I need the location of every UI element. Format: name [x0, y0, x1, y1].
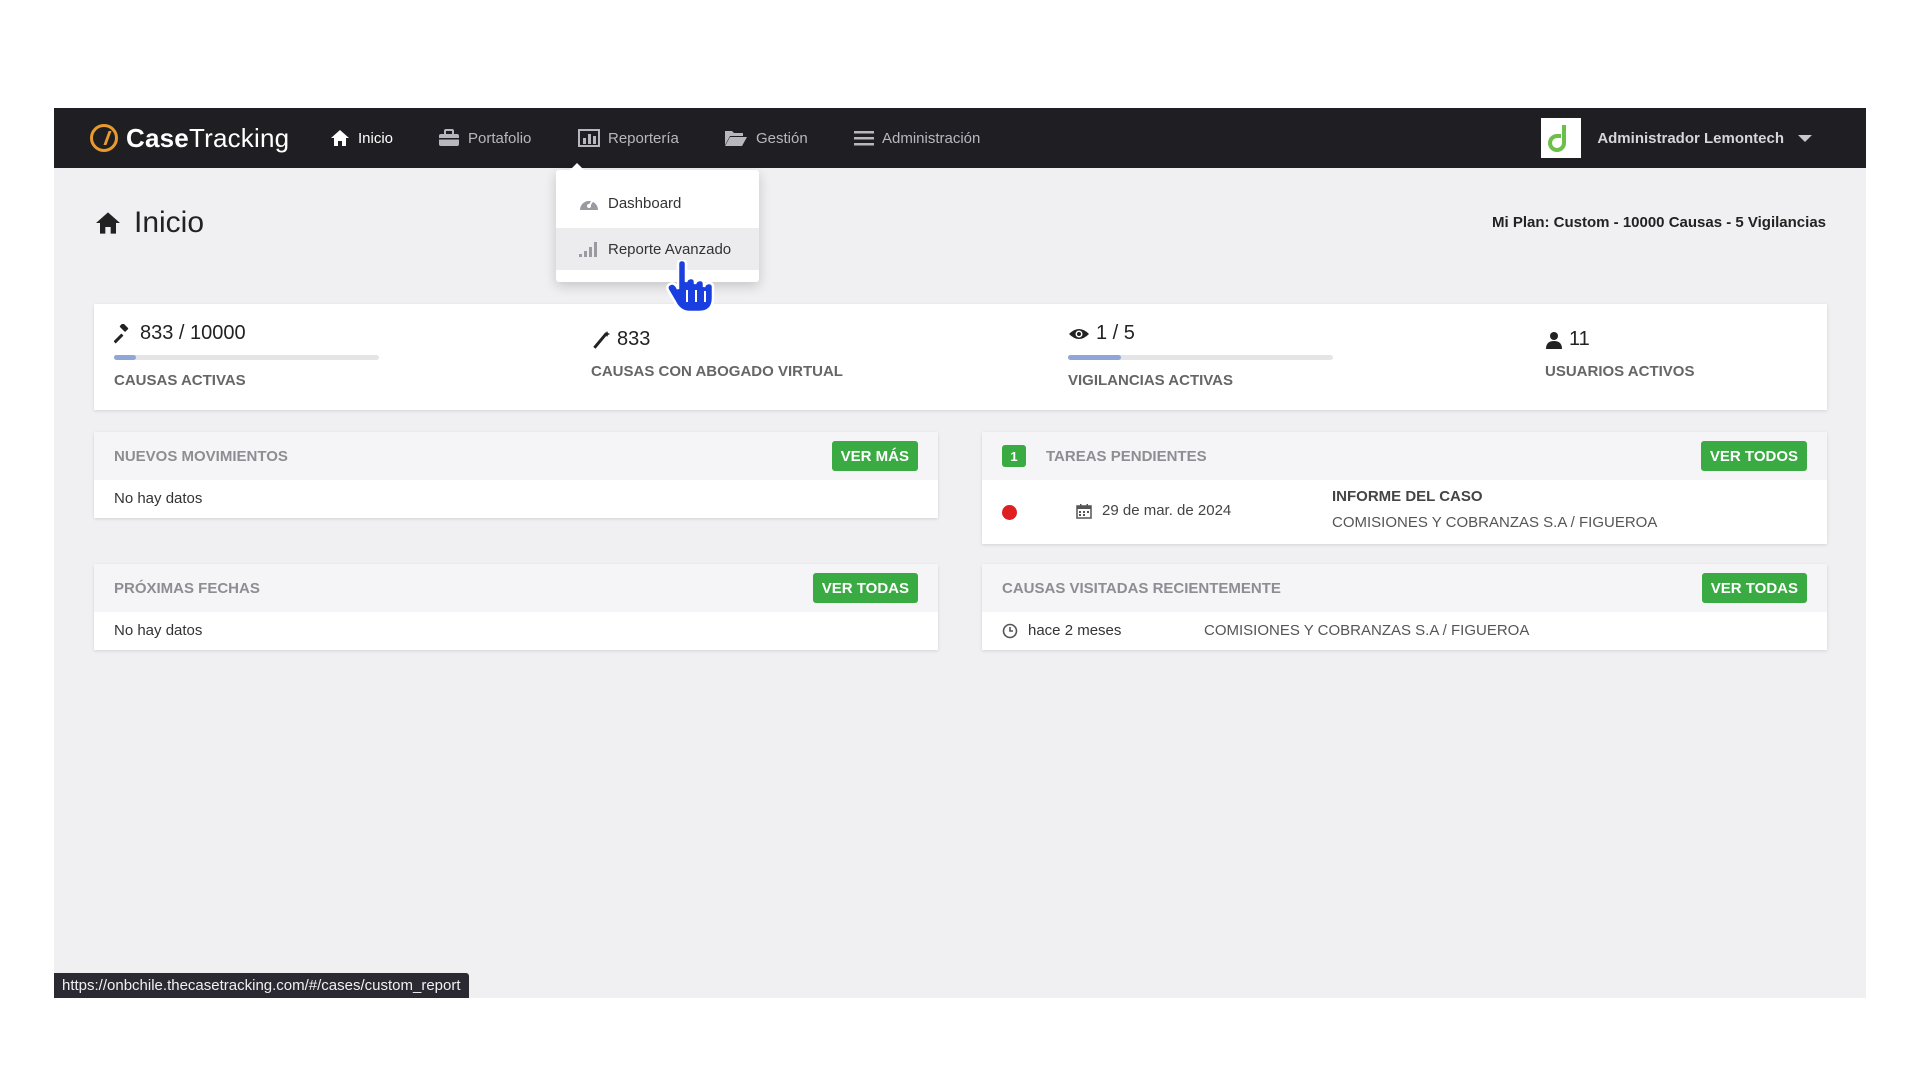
progress-fill [114, 355, 136, 360]
stat-value: 833 / 10000 [140, 322, 246, 344]
stat-value: 833 [617, 328, 651, 350]
home-icon [96, 212, 120, 234]
brand-logo[interactable]: CaseTracking [90, 122, 289, 154]
stat-vigilancias-activas: 1 / 5 VIGILANCIAS ACTIVAS [1068, 322, 1333, 389]
nav-item-administracion[interactable]: Administración [854, 108, 980, 168]
visit-case: COMISIONES Y COBRANZAS S.A / FIGUEROA [1204, 622, 1530, 639]
dropdown-item-reporte-avanzado[interactable]: Reporte Avanzado [556, 228, 759, 270]
lemontech-logo-icon [1548, 125, 1567, 152]
panel-nuevos-movimientos: NUEVOS MOVIMIENTOS VER MÁS No hay datos [94, 432, 938, 518]
task-case: COMISIONES Y COBRANZAS S.A / FIGUEROA [1332, 514, 1658, 531]
user-menu[interactable]: Administrador Lemontech [1541, 118, 1812, 158]
user-icon [1546, 331, 1562, 349]
plan-info: Mi Plan: Custom - 10000 Causas - 5 Vigil… [1491, 214, 1826, 231]
dropdown-item-dashboard[interactable]: Dashboard [556, 182, 759, 224]
top-navbar: CaseTracking Inicio Portafolio Reporterí… [54, 108, 1866, 168]
stat-usuarios-activos: 11 USUARIOS ACTIVOS [1545, 328, 1694, 380]
stats-card: 833 / 10000 CAUSAS ACTIVAS 833 CAUSAS CO… [94, 304, 1827, 410]
nav-item-portafolio[interactable]: Portafolio [438, 108, 531, 168]
panel-proximas-fechas: PRÓXIMAS FECHAS VER TODAS No hay datos [94, 564, 938, 650]
stat-causas-activas: 833 / 10000 CAUSAS ACTIVAS [114, 322, 379, 389]
ver-todas-causas-button[interactable]: VER TODAS [1701, 573, 1807, 603]
signal-bars-icon [579, 242, 597, 257]
visit-time: hace 2 meses [1028, 622, 1122, 639]
brand-name: CaseTracking [126, 122, 290, 153]
status-bar-url: https://onbchile.thecasetracking.com/#/c… [54, 973, 469, 998]
stat-abogado-virtual: 833 CAUSAS CON ABOGADO VIRTUAL [591, 328, 843, 380]
nav-item-gestion[interactable]: Gestión [724, 108, 808, 168]
progress-bar [114, 355, 379, 360]
count-badge: 1 [1002, 445, 1026, 467]
panel-tareas-pendientes: 1 TAREAS PENDIENTES VER TODOS 29 de mar.… [982, 432, 1827, 544]
empty-message: No hay datos [114, 622, 203, 639]
list-item[interactable]: hace 2 meses COMISIONES Y COBRANZAS S.A … [982, 612, 1827, 650]
stat-value: 1 / 5 [1096, 322, 1135, 344]
page-title: Inicio [94, 206, 204, 240]
calendar-icon [1076, 503, 1092, 519]
panel-title: PRÓXIMAS FECHAS [114, 579, 260, 597]
casetracking-logo-icon [90, 124, 118, 152]
list-item[interactable]: 29 de mar. de 2024 INFORME DEL CASO COMI… [982, 480, 1827, 544]
avatar [1541, 118, 1582, 158]
dashboard-icon [580, 199, 598, 210]
task-date: 29 de mar. de 2024 [1102, 502, 1232, 519]
panel-title: CAUSAS VISITADAS RECIENTEMENTE [1002, 579, 1281, 597]
stat-label: CAUSAS CON ABOGADO VIRTUAL [591, 363, 843, 380]
stat-label: VIGILANCIAS ACTIVAS [1068, 372, 1234, 389]
magic-wand-icon [593, 330, 610, 349]
hand-pointer-icon [666, 260, 715, 314]
briefcase-icon [439, 129, 459, 146]
user-name: Administrador Lemontech [1597, 129, 1784, 147]
ver-todos-button[interactable]: VER TODOS [1700, 441, 1807, 471]
progress-bar [1068, 355, 1333, 360]
panel-title: NUEVOS MOVIMIENTOS [114, 447, 288, 465]
home-icon [331, 130, 349, 146]
panel-title: TAREAS PENDIENTES [1046, 447, 1207, 465]
chevron-down-icon [1798, 134, 1812, 142]
reporteria-dropdown: Dashboard Reporte Avanzado [556, 163, 759, 282]
ver-todas-fechas-button[interactable]: VER TODAS [812, 573, 918, 603]
clock-icon [1002, 623, 1018, 638]
gavel-icon [114, 323, 129, 343]
eye-icon [1069, 328, 1089, 339]
stat-value: 11 [1569, 328, 1590, 350]
stat-label: CAUSAS ACTIVAS [114, 372, 246, 389]
bar-chart-icon [578, 129, 600, 147]
task-title: INFORME DEL CASO [1332, 488, 1483, 505]
folder-open-icon [725, 131, 747, 146]
menu-icon [854, 131, 874, 146]
empty-message: No hay datos [114, 490, 203, 507]
ver-mas-button[interactable]: VER MÁS [831, 441, 918, 471]
panel-causas-visitadas: CAUSAS VISITADAS RECIENTEMENTE VER TODAS… [982, 564, 1827, 650]
nav-item-reporteria[interactable]: Reportería [578, 108, 679, 168]
stat-label: USUARIOS ACTIVOS [1545, 363, 1695, 380]
nav-item-inicio[interactable]: Inicio [330, 108, 393, 168]
app-window: CaseTracking Inicio Portafolio Reporterí… [54, 108, 1866, 998]
progress-fill [1068, 355, 1121, 360]
status-dot [1002, 505, 1017, 520]
